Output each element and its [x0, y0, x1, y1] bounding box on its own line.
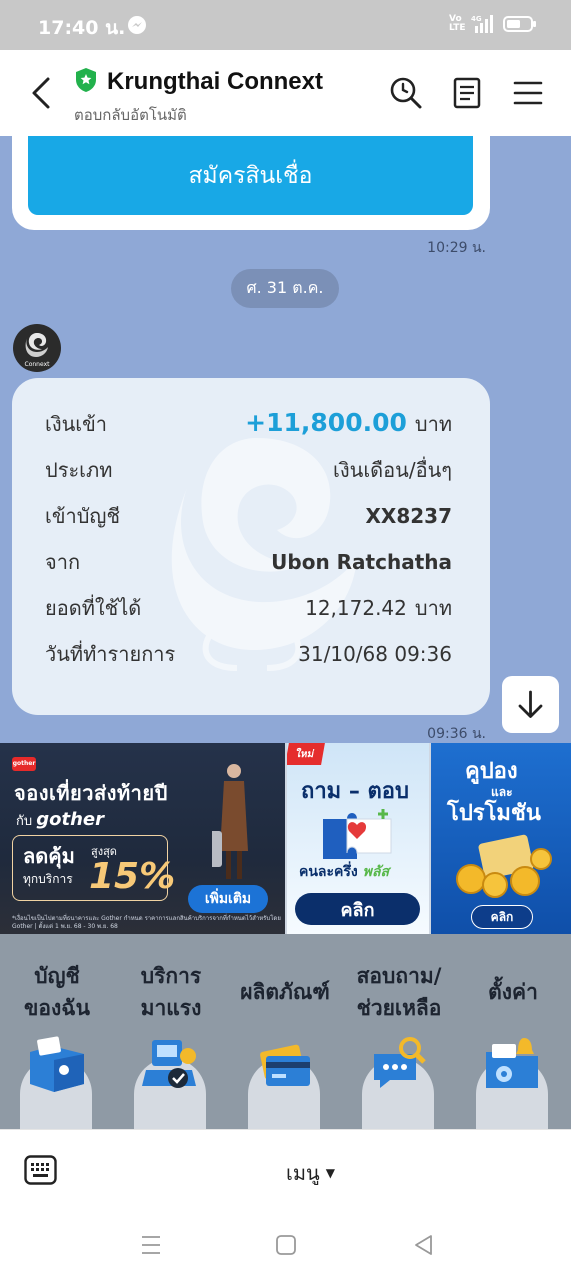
menu-popular-services[interactable]: บริการมาแรง: [114, 934, 228, 1129]
bot-avatar[interactable]: Connext: [13, 324, 61, 372]
promo-banners: gother จองเที่ยวส่งท้ายปี กับ gother ลดค…: [0, 743, 571, 934]
row-type: ประเภท เงินเดือน/อื่นๆ: [45, 454, 452, 486]
avatar-label: Connext: [25, 361, 51, 368]
notes-button[interactable]: [450, 76, 484, 110]
settings-folder-icon: [486, 1038, 538, 1088]
back-button[interactable]: [28, 76, 56, 110]
from-value: Ubon Ratchatha: [271, 550, 452, 574]
arrow-down-icon: [518, 690, 543, 718]
gother-title: จองเที่ยวส่งท้ายปี: [14, 781, 168, 805]
credit-card-icon: [260, 1044, 310, 1086]
incoming-unit: บาท: [414, 412, 452, 436]
new-tag: ใหม่: [287, 743, 325, 765]
transaction-message-card: เงินเข้า +11,800.00 บาท ประเภท เงินเดือน/…: [12, 378, 490, 715]
account-folder-icon: [30, 1036, 84, 1092]
type-value: เงินเดือน/อื่นๆ: [333, 458, 452, 482]
qa-title: ถาม – ตอบ: [301, 779, 409, 804]
puzzle-heart-icon: [323, 809, 392, 859]
recent-apps-icon[interactable]: [139, 1234, 163, 1256]
fine-print: *เงื่อนไขเป็นไปตามที่ธนาคารและ Gother กำ…: [12, 915, 281, 930]
verified-shield-icon: [76, 68, 96, 92]
volte-indicator: Vo LTE: [449, 14, 466, 33]
battery-icon: [503, 16, 536, 32]
hamburger-menu-button[interactable]: [511, 76, 545, 110]
balance-unit: บาท: [414, 596, 452, 620]
date-label: วันที่ทำรายการ: [45, 642, 176, 666]
menu-my-account[interactable]: บัญชีของฉัน: [0, 934, 114, 1129]
messenger-icon: [128, 16, 146, 34]
apply-loan-button[interactable]: สมัครสินเชื่อ: [28, 136, 473, 215]
row-transaction-date: วันที่ทำรายการ 31/10/68 09:36: [45, 638, 452, 670]
chat-title: Krungthai Connext: [107, 68, 323, 95]
service-terminal-icon: [142, 1040, 196, 1088]
menu-label-line1: สอบถาม/: [356, 964, 442, 988]
discount-box: ลดคุ้ม ทุกบริการ สูงสุด 15%: [12, 835, 175, 901]
signal-icon: 4G: [471, 15, 493, 33]
gother-with: กับ gother: [16, 809, 105, 830]
from-label: จาก: [45, 550, 81, 574]
menu-label-line2: ของฉัน: [24, 996, 90, 1020]
menu-settings[interactable]: ตั้งค่า: [456, 934, 570, 1129]
coupon-click-button[interactable]: คลิก: [471, 905, 533, 929]
chat-subtitle: ตอบกลับอัตโนมัติ: [74, 106, 187, 124]
incoming-amount: +11,800.00: [245, 408, 407, 437]
message-timestamp: 09:36 น.: [427, 726, 486, 742]
menu-toggle-label: เมนู: [286, 1161, 320, 1185]
deal-line-1: ลดคุ้ม: [23, 844, 75, 868]
krungthai-bird-icon: Connext: [25, 333, 51, 368]
menu-label-line1: ผลิตภัณฑ์: [240, 980, 330, 1004]
network-label: 4G: [471, 15, 482, 23]
type-label: ประเภท: [45, 458, 113, 482]
search-history-button[interactable]: [389, 76, 423, 110]
chat-area[interactable]: สมัครสินเชื่อ 10:29 น. ศ. 31 ต.ค. Connex…: [0, 136, 571, 743]
scroll-to-bottom-button[interactable]: [502, 676, 559, 733]
back-nav-icon[interactable]: [412, 1234, 436, 1256]
input-bar: เมนู ▼: [0, 1129, 571, 1210]
keyboard-icon[interactable]: [24, 1155, 57, 1185]
row-available-balance: ยอดที่ใช้ได้ 12,172.42 บาท: [45, 592, 452, 624]
home-icon[interactable]: [274, 1234, 298, 1256]
status-bar: 17:40 น. Vo LTE 4G: [0, 0, 571, 50]
loan-message-card: สมัครสินเชื่อ: [12, 136, 490, 230]
discount-percent: 15%: [89, 856, 176, 897]
traveler-illustration-icon: [212, 764, 248, 879]
menu-label-line1: ตั้งค่า: [488, 980, 538, 1004]
chat-help-icon: [374, 1037, 426, 1088]
date-value: 31/10/68 09:36: [298, 642, 452, 666]
qa-click-button[interactable]: คลิก: [295, 893, 420, 925]
more-button[interactable]: เพิ่มเติม: [188, 885, 268, 913]
caret-down-icon: ▼: [325, 1166, 335, 1180]
coupon-banner[interactable]: คูปอง และ โปรโมชัน คลิก: [431, 743, 571, 934]
message-timestamp: 10:29 น.: [427, 240, 486, 256]
incoming-label: เงินเข้า: [45, 412, 108, 436]
menu-label-line1: บัญชี: [34, 964, 80, 988]
gother-banner[interactable]: gother จองเที่ยวส่งท้ายปี กับ gother ลดค…: [0, 743, 285, 934]
status-time: 17:40 น.: [38, 17, 126, 39]
gother-logo: gother: [12, 757, 36, 771]
account-value: XX8237: [365, 504, 452, 528]
rich-menu: บัญชี ของฉัน บริการ มาแรง ผลิตภัณฑ์ สอบถ…: [0, 934, 571, 1129]
menu-label-line1: บริการ: [140, 964, 202, 988]
menu-label-line2: มาแรง: [140, 996, 202, 1020]
promotion-title: โปรโมชัน: [447, 801, 541, 826]
row-incoming: เงินเข้า +11,800.00 บาท: [45, 408, 452, 440]
deal-line-2: ทุกบริการ: [23, 872, 73, 886]
gold-coins-icon: [456, 834, 552, 898]
account-label: เข้าบัญชี: [45, 504, 121, 528]
balance-label: ยอดที่ใช้ได้: [45, 596, 142, 620]
qa-subtitle: คนละครึ่ง พลัส: [299, 864, 389, 880]
menu-toggle[interactable]: เมนู ▼: [286, 1157, 335, 1189]
balance-value: 12,172.42: [305, 596, 407, 620]
system-nav-bar: [0, 1210, 571, 1280]
row-from: จาก Ubon Ratchatha: [45, 546, 452, 578]
date-separator: ศ. 31 ต.ค.: [231, 269, 339, 308]
gother-brand: gother: [36, 809, 105, 830]
menu-help[interactable]: สอบถาม/ช่วยเหลือ: [342, 934, 456, 1129]
qa-banner[interactable]: ใหม่ ถาม – ตอบ คนละครึ่ง พลัส คลิก: [287, 743, 429, 934]
menu-products[interactable]: ผลิตภัณฑ์: [228, 934, 342, 1129]
chat-header: Krungthai Connext ตอบกลับอัตโนมัติ: [0, 50, 571, 136]
row-account: เข้าบัญชี XX8237: [45, 500, 452, 532]
menu-label-line2: ช่วยเหลือ: [356, 996, 442, 1020]
